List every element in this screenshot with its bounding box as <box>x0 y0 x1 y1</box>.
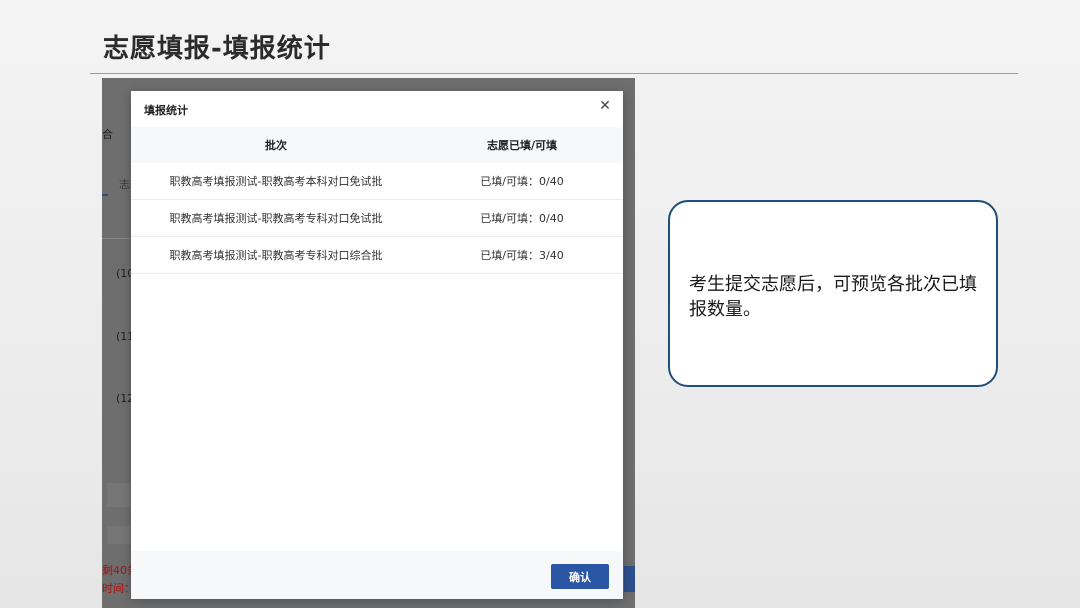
title-divider <box>90 73 1018 74</box>
batch-name-cell: 职教高考填报测试-职教高考本科对口免试批 <box>169 175 383 188</box>
filled-count-cell: 已填/可填：0/40 <box>480 175 564 188</box>
filled-count-cell: 已填/可填：3/40 <box>480 249 564 262</box>
column-header-batch: 批次 <box>265 139 287 152</box>
bg-block <box>107 483 131 507</box>
modal-title: 填报统计 <box>144 104 188 117</box>
column-header-filled: 志愿已填/可填 <box>486 139 558 152</box>
bg-tab-underline <box>102 194 108 196</box>
modal-footer: 确认 <box>131 551 623 599</box>
batch-name-cell: 职教高考填报测试-职教高考专科对口综合批 <box>169 249 383 262</box>
close-icon[interactable]: ✕ <box>597 98 613 114</box>
table-row: 职教高考填报测试-职教高考本科对口免试批 已填/可填：0/40 <box>131 163 623 200</box>
bg-submit-button <box>624 566 635 592</box>
bg-divider <box>102 238 131 239</box>
modal-header: 填报统计 ✕ <box>131 91 623 127</box>
batch-name-cell: 职教高考填报测试-职教高考专科对口免试批 <box>169 212 383 225</box>
callout-text: 考生提交志愿后，可预览各批次已填报数量。 <box>689 274 977 320</box>
table-row: 职教高考填报测试-职教高考专科对口综合批 已填/可填：3/40 <box>131 237 623 274</box>
slide-title: 志愿填报-填报统计 <box>103 34 331 64</box>
filled-count-cell: 已填/可填：0/40 <box>480 212 564 225</box>
bg-text-fragment: 合 <box>102 128 113 141</box>
annotation-callout: 考生提交志愿后，可预览各批次已填报数量。 <box>668 200 998 387</box>
confirm-button[interactable]: 确认 <box>551 564 609 589</box>
stats-table: 批次 志愿已填/可填 职教高考填报测试-职教高考本科对口免试批 已填/可填：0/… <box>131 127 623 274</box>
table-header: 批次 志愿已填/可填 <box>131 127 623 163</box>
bg-tab-fragment: 志 <box>119 178 130 191</box>
table-row: 职教高考填报测试-职教高考专科对口免试批 已填/可填：0/40 <box>131 200 623 237</box>
stats-modal: 填报统计 ✕ 批次 志愿已填/可填 职教高考填报测试-职教高考本科对口免试批 已… <box>131 91 623 599</box>
bg-block <box>107 526 131 544</box>
